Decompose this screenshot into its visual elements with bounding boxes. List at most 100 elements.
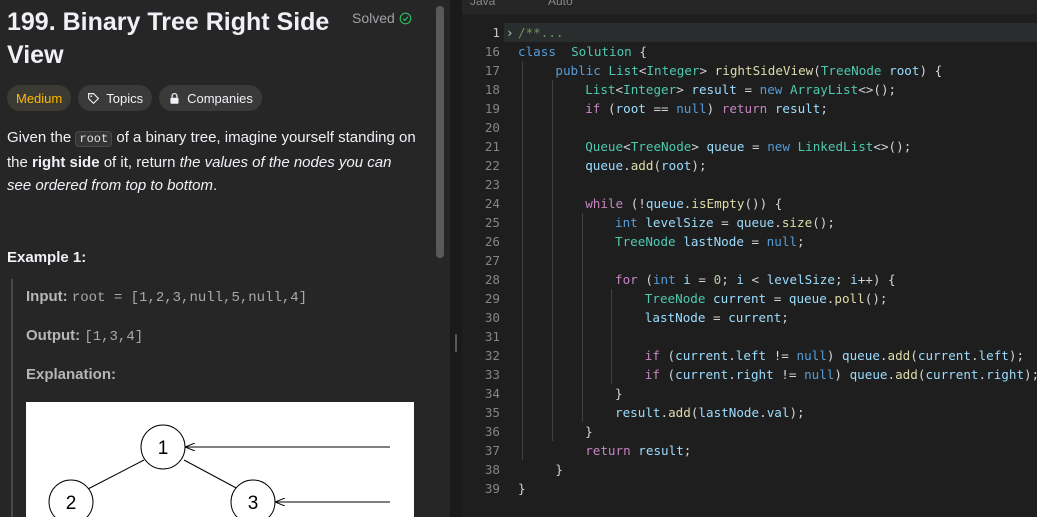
description-scrollbar[interactable] xyxy=(436,6,444,258)
code-token: add xyxy=(887,348,911,363)
code-token: new xyxy=(767,139,790,154)
line-number: 16 xyxy=(484,44,500,59)
code-token: rightSideView xyxy=(714,63,814,78)
code-token: ArrayList xyxy=(789,82,859,97)
tag-row: Medium Topics Companies xyxy=(7,85,262,111)
code-token: int xyxy=(614,215,638,230)
code-token: null xyxy=(796,348,827,363)
tree-diagram-svg: 1 2 3 xyxy=(48,424,390,517)
input-value: root = [1,2,3,null,5,null,4] xyxy=(71,290,308,306)
code-token: public xyxy=(555,63,601,78)
tree-edge xyxy=(85,459,145,491)
code-token: > xyxy=(676,82,692,97)
code-token: ); xyxy=(789,405,805,420)
line-number: 29 xyxy=(484,291,500,306)
code-token: Integer xyxy=(623,82,677,97)
code-token: . xyxy=(728,367,736,382)
code-token: poll xyxy=(834,291,865,306)
line-number: 32 xyxy=(484,348,500,363)
line-number: 37 xyxy=(484,443,500,458)
code-token: current xyxy=(917,348,971,363)
code-token: ( xyxy=(910,348,918,363)
code-token: ; xyxy=(820,101,828,116)
code-token: current xyxy=(728,310,782,325)
code-token: (! xyxy=(623,196,646,211)
code-token: . xyxy=(759,405,767,420)
mode-selector[interactable]: Auto xyxy=(548,0,573,8)
indent-guide xyxy=(522,61,523,460)
desc-text-3: of it, return xyxy=(99,154,180,171)
code-token: ) { xyxy=(919,63,943,78)
code-token: > xyxy=(691,139,707,154)
code-token: . xyxy=(660,405,669,420)
code-text: result.add(lastNode.val); xyxy=(607,403,805,422)
code-text: if (root == null) return result; xyxy=(578,99,828,118)
code-token: levelSize xyxy=(766,272,835,287)
code-token: add xyxy=(668,405,691,420)
root-inline-code: root xyxy=(75,131,113,147)
code-text: while (!queue.isEmpty()) { xyxy=(578,194,782,213)
code-token: = xyxy=(713,215,737,230)
line-number: 27 xyxy=(484,253,500,268)
output-label: Output: xyxy=(26,327,81,344)
code-token: != xyxy=(773,367,805,382)
code-token: (); xyxy=(812,215,835,230)
line-number: 19 xyxy=(484,101,500,116)
topics-tag[interactable]: Topics xyxy=(78,85,153,111)
code-token: add xyxy=(630,158,654,173)
code-text: TreeNode lastNode = null; xyxy=(607,232,805,251)
panel-divider[interactable] xyxy=(450,0,462,517)
code-token: ; xyxy=(797,234,805,249)
code-text: List<Integer> result = new ArrayList<>()… xyxy=(578,80,897,99)
tree-edge xyxy=(183,459,241,491)
code-token: ( xyxy=(659,348,676,363)
language-selector[interactable]: Java xyxy=(470,0,495,8)
output-value: [1,3,4] xyxy=(84,329,144,345)
code-token: ( xyxy=(659,367,676,382)
code-token: result xyxy=(774,101,821,116)
lock-icon xyxy=(170,92,179,104)
code-editor[interactable]: Java Auto 1 ›/**... 16 class Solution {17 p… xyxy=(462,0,1037,517)
fold-chevron-icon[interactable]: › xyxy=(506,23,514,42)
tree-node-label: 2 xyxy=(66,493,77,514)
code-token: left xyxy=(735,348,767,363)
code-token: = xyxy=(736,82,760,97)
line-number: 20 xyxy=(484,120,500,135)
code-token: root xyxy=(661,158,692,173)
code-token: } xyxy=(518,481,526,496)
code-token: ) xyxy=(834,367,850,382)
code-token: = xyxy=(690,272,714,287)
code-text: lastNode = current; xyxy=(637,308,789,327)
line-number: 26 xyxy=(484,234,500,249)
resize-grip[interactable] xyxy=(455,334,457,352)
code-token: TreeNode xyxy=(644,291,706,306)
code-token: class xyxy=(518,44,556,59)
code-token: TreeNode xyxy=(630,139,692,154)
difficulty-tag[interactable]: Medium xyxy=(7,85,72,111)
solved-status: Solved xyxy=(352,10,412,26)
code-token: i xyxy=(736,272,744,287)
code-text: public List<Integer> rightSideView(TreeN… xyxy=(548,61,942,80)
desc-text-1: Given the xyxy=(7,129,76,146)
line-number: 22 xyxy=(484,158,500,173)
companies-tag[interactable]: Companies xyxy=(159,85,262,111)
code-token: result xyxy=(614,405,661,420)
code-text: for (int i = 0; i < levelSize; i++) { xyxy=(607,270,896,289)
description-panel: 199. Binary Tree Right Side View Solved … xyxy=(0,0,450,517)
code-token: null xyxy=(676,101,707,116)
code-token: <>(); xyxy=(858,82,897,97)
code-token: for xyxy=(614,272,638,287)
indent-guide xyxy=(581,213,583,422)
code-token: queue xyxy=(706,139,745,154)
example-output: Output: [1,3,4] xyxy=(26,327,143,345)
code-text: int levelSize = queue.size(); xyxy=(607,213,835,232)
code-text: } xyxy=(548,460,563,479)
code-text: } xyxy=(578,422,593,441)
code-token: result xyxy=(691,82,737,97)
code-token: ( xyxy=(813,63,821,78)
